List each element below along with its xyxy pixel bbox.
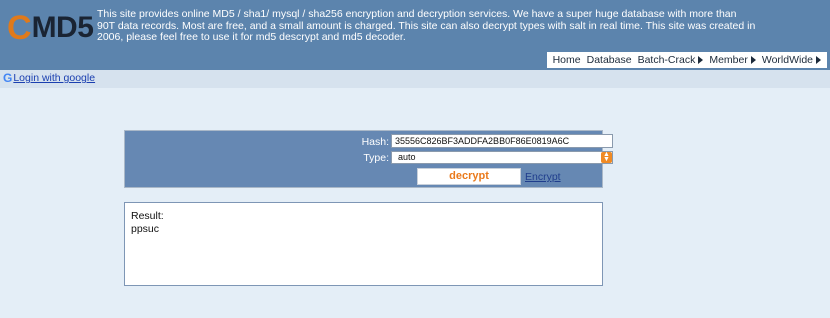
result-box: Result: ppsuc bbox=[124, 202, 603, 286]
nav-batch-crack-label: Batch-Crack bbox=[637, 54, 696, 66]
triangle-right-icon bbox=[750, 56, 756, 64]
nav-database-label: Database bbox=[586, 54, 632, 66]
type-label: Type: bbox=[363, 152, 389, 164]
triangle-right-icon bbox=[816, 56, 821, 64]
updown-arrow-icon: ▲ ▼ bbox=[601, 151, 612, 163]
site-logo[interactable]: C MD5 bbox=[7, 5, 94, 47]
result-value: ppsuc bbox=[131, 223, 160, 235]
type-select[interactable]: auto ▲ ▼ bbox=[391, 151, 613, 164]
triangle-right-icon bbox=[698, 56, 704, 64]
nav-worldwide-label: WorldWide bbox=[761, 54, 813, 66]
nav-worldwide[interactable]: WorldWide bbox=[762, 54, 821, 66]
hash-label: Hash: bbox=[361, 136, 389, 148]
hash-input[interactable]: 35556C826BF3ADDFA2BB0F86E0819A6C bbox=[391, 134, 613, 148]
nav-bar: Home Database Batch-Crack Member WorldWi… bbox=[546, 52, 827, 68]
nav-batch-crack[interactable]: Batch-Crack bbox=[638, 54, 704, 66]
nav-member[interactable]: Member bbox=[709, 54, 756, 66]
nav-home[interactable]: Home bbox=[553, 54, 581, 66]
site-description: This site provides online MD5 / sha1/ my… bbox=[97, 8, 756, 43]
decrypt-button[interactable]: decrypt bbox=[417, 168, 521, 185]
site-header: C MD5 This site provides online MD5 / sh… bbox=[0, 0, 830, 70]
decrypt-form: Hash: 35556C826BF3ADDFA2BB0F86E0819A6C T… bbox=[124, 130, 613, 188]
logo-c: C bbox=[7, 9, 32, 47]
logo-md5: MD5 bbox=[31, 11, 94, 44]
type-select-value: auto bbox=[398, 152, 416, 162]
nav-member-label: Member bbox=[709, 54, 748, 66]
nav-home-label: Home bbox=[552, 54, 581, 66]
login-with-google-link[interactable]: G Login with google bbox=[3, 72, 95, 84]
encrypt-link[interactable]: Encrypt bbox=[525, 171, 561, 183]
login-label: Login with google bbox=[13, 72, 96, 84]
google-icon: G bbox=[3, 71, 13, 85]
nav-database[interactable]: Database bbox=[587, 54, 632, 66]
result-label: Result: bbox=[131, 210, 164, 222]
login-bar: G Login with google bbox=[0, 70, 830, 88]
